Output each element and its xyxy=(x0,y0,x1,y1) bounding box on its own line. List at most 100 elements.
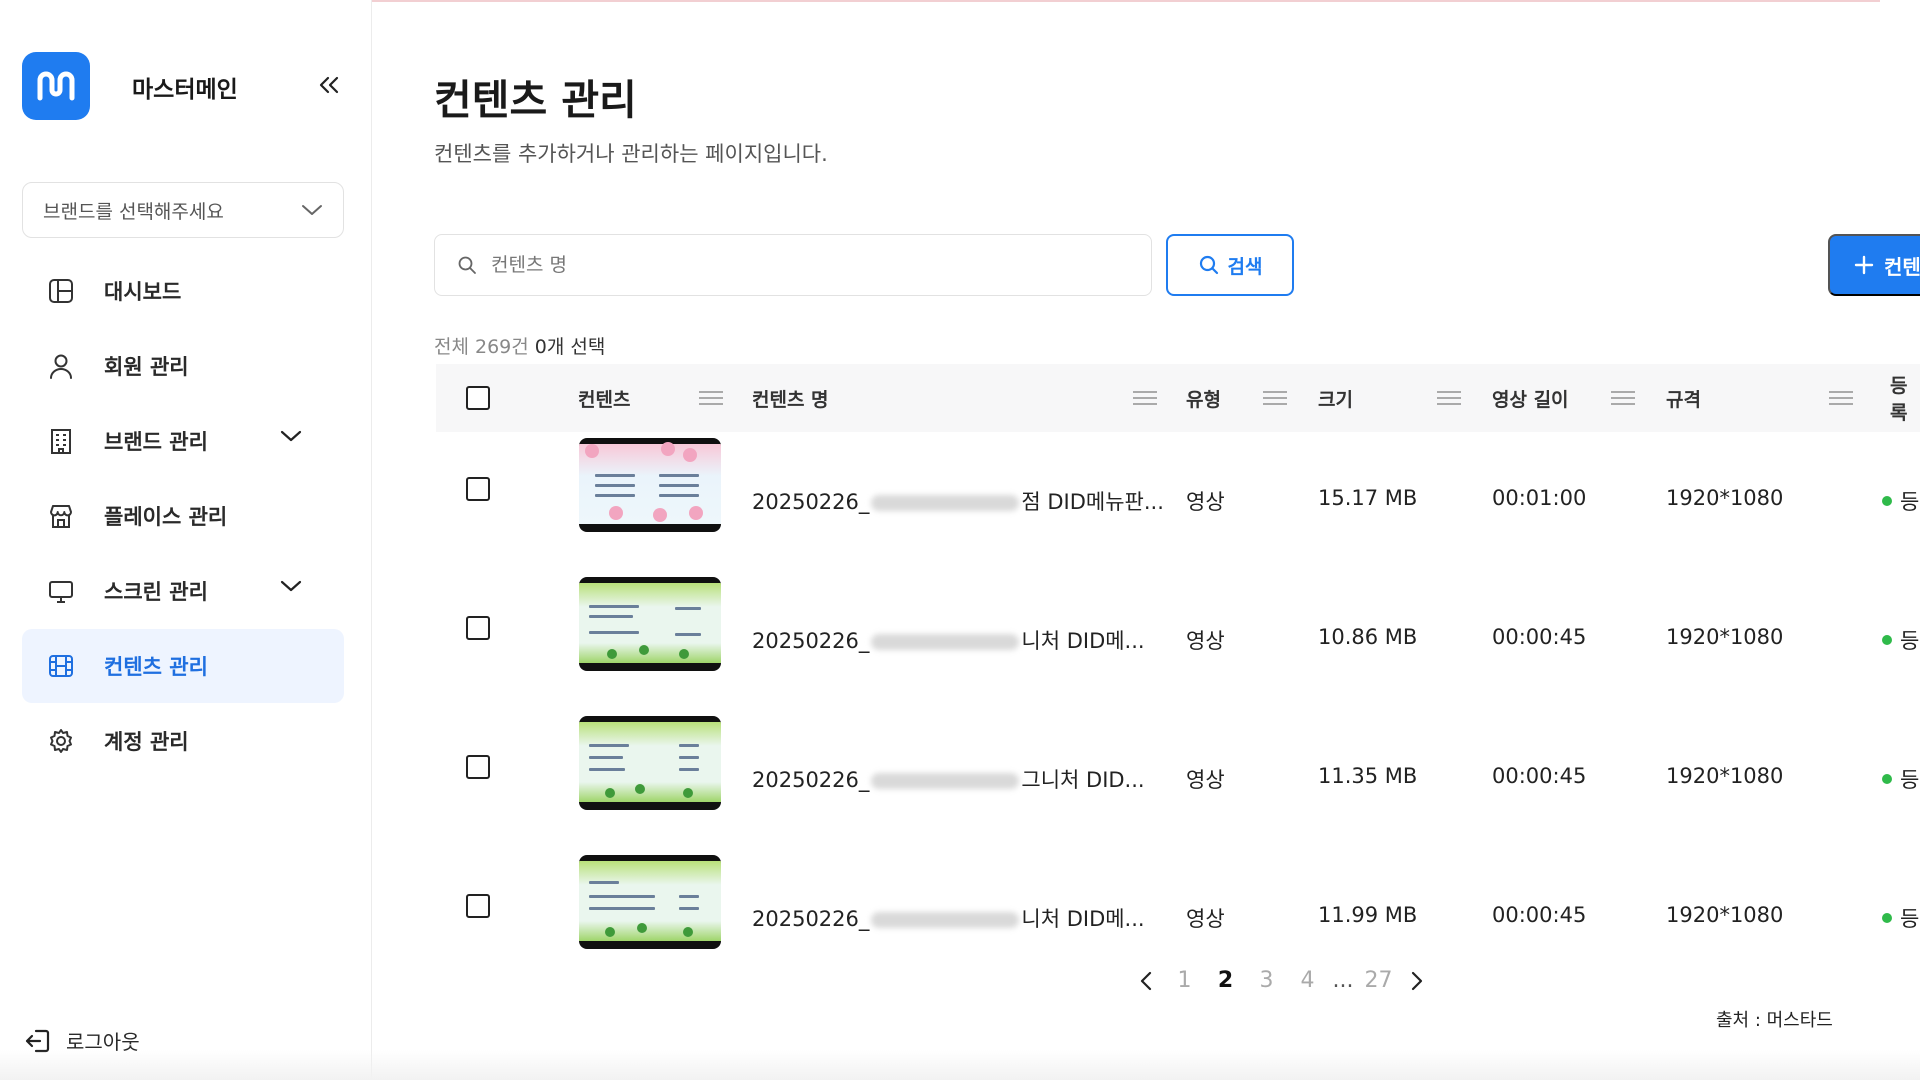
dashboard-icon xyxy=(46,276,76,306)
sidebar-item-accounts[interactable]: 계정 관리 xyxy=(22,704,344,778)
content-size: 11.35 MB xyxy=(1318,764,1418,788)
content-duration: 00:01:00 xyxy=(1492,486,1587,510)
sidebar-item-dashboard[interactable]: 대시보드 xyxy=(22,254,344,328)
status-label: 등 xyxy=(1900,907,1920,931)
add-content-button[interactable]: 컨텐 xyxy=(1828,234,1920,296)
page-last-button[interactable]: 27 xyxy=(1358,968,1399,993)
next-page-button[interactable] xyxy=(1399,970,1435,992)
prev-page-button[interactable] xyxy=(1128,970,1164,992)
row-checkbox-cell xyxy=(466,616,490,640)
pagination: 1 2 3 4 ... 27 xyxy=(1128,968,1435,993)
content-thumbnail[interactable] xyxy=(579,855,721,949)
table-row[interactable]: 20250226_ 그니처 DID... 영상 11.35 MB 00:00:45… xyxy=(436,710,1920,849)
table-row[interactable]: 20250226_ 점 DID메뉴판... 영상 15.17 MB 00:01:0… xyxy=(436,432,1920,571)
content-thumbnail[interactable] xyxy=(579,438,721,532)
select-all-checkbox[interactable] xyxy=(466,386,490,410)
content-type: 영상 xyxy=(1186,490,1225,514)
select-all-cell xyxy=(466,364,490,432)
content-name-suffix: 그니처 DID... xyxy=(1021,768,1145,792)
row-checkbox-cell xyxy=(466,477,490,501)
column-header-name[interactable]: 컨텐츠 명 xyxy=(752,364,829,432)
blurred-text xyxy=(871,495,1020,511)
sidebar-item-label: 컨텐츠 관리 xyxy=(104,655,208,679)
row-checkbox[interactable] xyxy=(466,477,490,501)
sidebar-item-members[interactable]: 회원 관리 xyxy=(22,329,344,403)
sidebar-item-places[interactable]: 플레이스 관리 xyxy=(22,479,344,553)
brand-select[interactable]: 브랜드를 선택해주세요 xyxy=(22,182,344,238)
page-2-button[interactable]: 2 xyxy=(1205,968,1246,993)
sidebar-item-screens[interactable]: 스크린 관리 xyxy=(22,554,344,628)
content-name-prefix: 20250226_ xyxy=(752,490,870,514)
row-checkbox[interactable] xyxy=(466,616,490,640)
status-badge: 등 xyxy=(1882,486,1919,516)
m-logo-icon xyxy=(37,71,75,101)
column-menu-icon[interactable] xyxy=(1828,390,1854,406)
sidebar-item-label: 스크린 관리 xyxy=(104,580,208,604)
content-duration: 00:00:45 xyxy=(1492,625,1587,649)
sidebar-item-brands[interactable]: 브랜드 관리 xyxy=(22,404,344,478)
monitor-icon xyxy=(46,576,76,606)
column-header-resolution[interactable]: 규격 xyxy=(1666,364,1701,432)
content-size: 10.86 MB xyxy=(1318,625,1418,649)
chevron-down-icon[interactable] xyxy=(280,579,302,593)
content-name[interactable]: 20250226_ 니처 DID메... xyxy=(752,903,1145,933)
row-checkbox-cell xyxy=(466,755,490,779)
content-resolution: 1920*1080 xyxy=(1666,764,1784,788)
content-thumbnail[interactable] xyxy=(579,577,721,671)
search-button-label: 검색 xyxy=(1227,256,1263,278)
search-box[interactable] xyxy=(434,234,1152,296)
column-header-type[interactable]: 유형 xyxy=(1186,364,1221,432)
store-icon xyxy=(46,501,76,531)
page-4-button[interactable]: 4 xyxy=(1287,968,1328,993)
search-input[interactable] xyxy=(491,254,1091,276)
page-description: 컨텐츠를 추가하거나 관리하는 페이지입니다. xyxy=(434,142,828,166)
status-badge: 등 xyxy=(1882,625,1919,655)
search-icon xyxy=(458,256,476,274)
film-icon xyxy=(46,651,76,681)
content-name[interactable]: 20250226_ 니처 DID메... xyxy=(752,625,1145,655)
sidebar-item-label: 대시보드 xyxy=(104,280,182,304)
column-menu-icon[interactable] xyxy=(698,390,724,406)
content-thumbnail[interactable] xyxy=(579,716,721,810)
column-header-size[interactable]: 크기 xyxy=(1318,364,1353,432)
status-label: 등 xyxy=(1900,629,1920,653)
column-menu-icon[interactable] xyxy=(1262,390,1288,406)
content-resolution: 1920*1080 xyxy=(1666,625,1784,649)
page-3-button[interactable]: 3 xyxy=(1246,968,1287,993)
plus-icon xyxy=(1854,255,1874,275)
table-row[interactable]: 20250226_ 니처 DID메... 영상 10.86 MB 00:00:45… xyxy=(436,571,1920,710)
source-note: 출처 : 머스타드 xyxy=(1716,1010,1833,1031)
search-button[interactable]: 검색 xyxy=(1166,234,1294,296)
status-label: 등 xyxy=(1900,768,1920,792)
content-type: 영상 xyxy=(1186,629,1225,653)
brand-select-placeholder: 브랜드를 선택해주세요 xyxy=(43,200,224,223)
row-checkbox[interactable] xyxy=(466,894,490,918)
column-header-registration[interactable]: 등록 xyxy=(1890,364,1920,432)
pagination-ellipsis: ... xyxy=(1332,968,1354,993)
status-dot xyxy=(1882,913,1892,923)
search-icon xyxy=(1199,255,1218,275)
content-name[interactable]: 20250226_ 점 DID메뉴판... xyxy=(752,486,1164,516)
column-menu-icon[interactable] xyxy=(1132,390,1158,406)
column-menu-icon[interactable] xyxy=(1436,390,1462,406)
content-name-suffix: 니처 DID메... xyxy=(1021,907,1145,931)
row-checkbox[interactable] xyxy=(466,755,490,779)
content-type: 영상 xyxy=(1186,768,1225,792)
collapse-sidebar-button[interactable] xyxy=(314,70,344,100)
contents-table: 컨텐츠 컨텐츠 명 유형 크기 영상 길이 규격 등록 20250226_ 점 … xyxy=(436,364,1920,988)
total-count: 전체 269건 xyxy=(434,336,529,358)
column-menu-icon[interactable] xyxy=(1610,390,1636,406)
sidebar-nav: 대시보드 회원 관리 브랜드 관리 플레이스 관리 스크린 관리 컨텐츠 관리 … xyxy=(22,254,344,779)
page-1-button[interactable]: 1 xyxy=(1164,968,1205,993)
blurred-text xyxy=(871,912,1020,928)
row-checkbox-cell xyxy=(466,894,490,918)
sidebar: 마스터메인 브랜드를 선택해주세요 대시보드 회원 관리 브랜드 관리 플레이스… xyxy=(0,0,372,1080)
chevron-down-icon[interactable] xyxy=(280,429,302,443)
content-size: 11.99 MB xyxy=(1318,903,1418,927)
blurred-text xyxy=(871,773,1020,789)
content-name[interactable]: 20250226_ 그니처 DID... xyxy=(752,764,1145,794)
sidebar-item-contents[interactable]: 컨텐츠 관리 xyxy=(22,629,344,703)
column-header-thumbnail[interactable]: 컨텐츠 xyxy=(578,364,630,432)
column-header-duration[interactable]: 영상 길이 xyxy=(1492,364,1569,432)
app-logo[interactable] xyxy=(22,52,90,120)
